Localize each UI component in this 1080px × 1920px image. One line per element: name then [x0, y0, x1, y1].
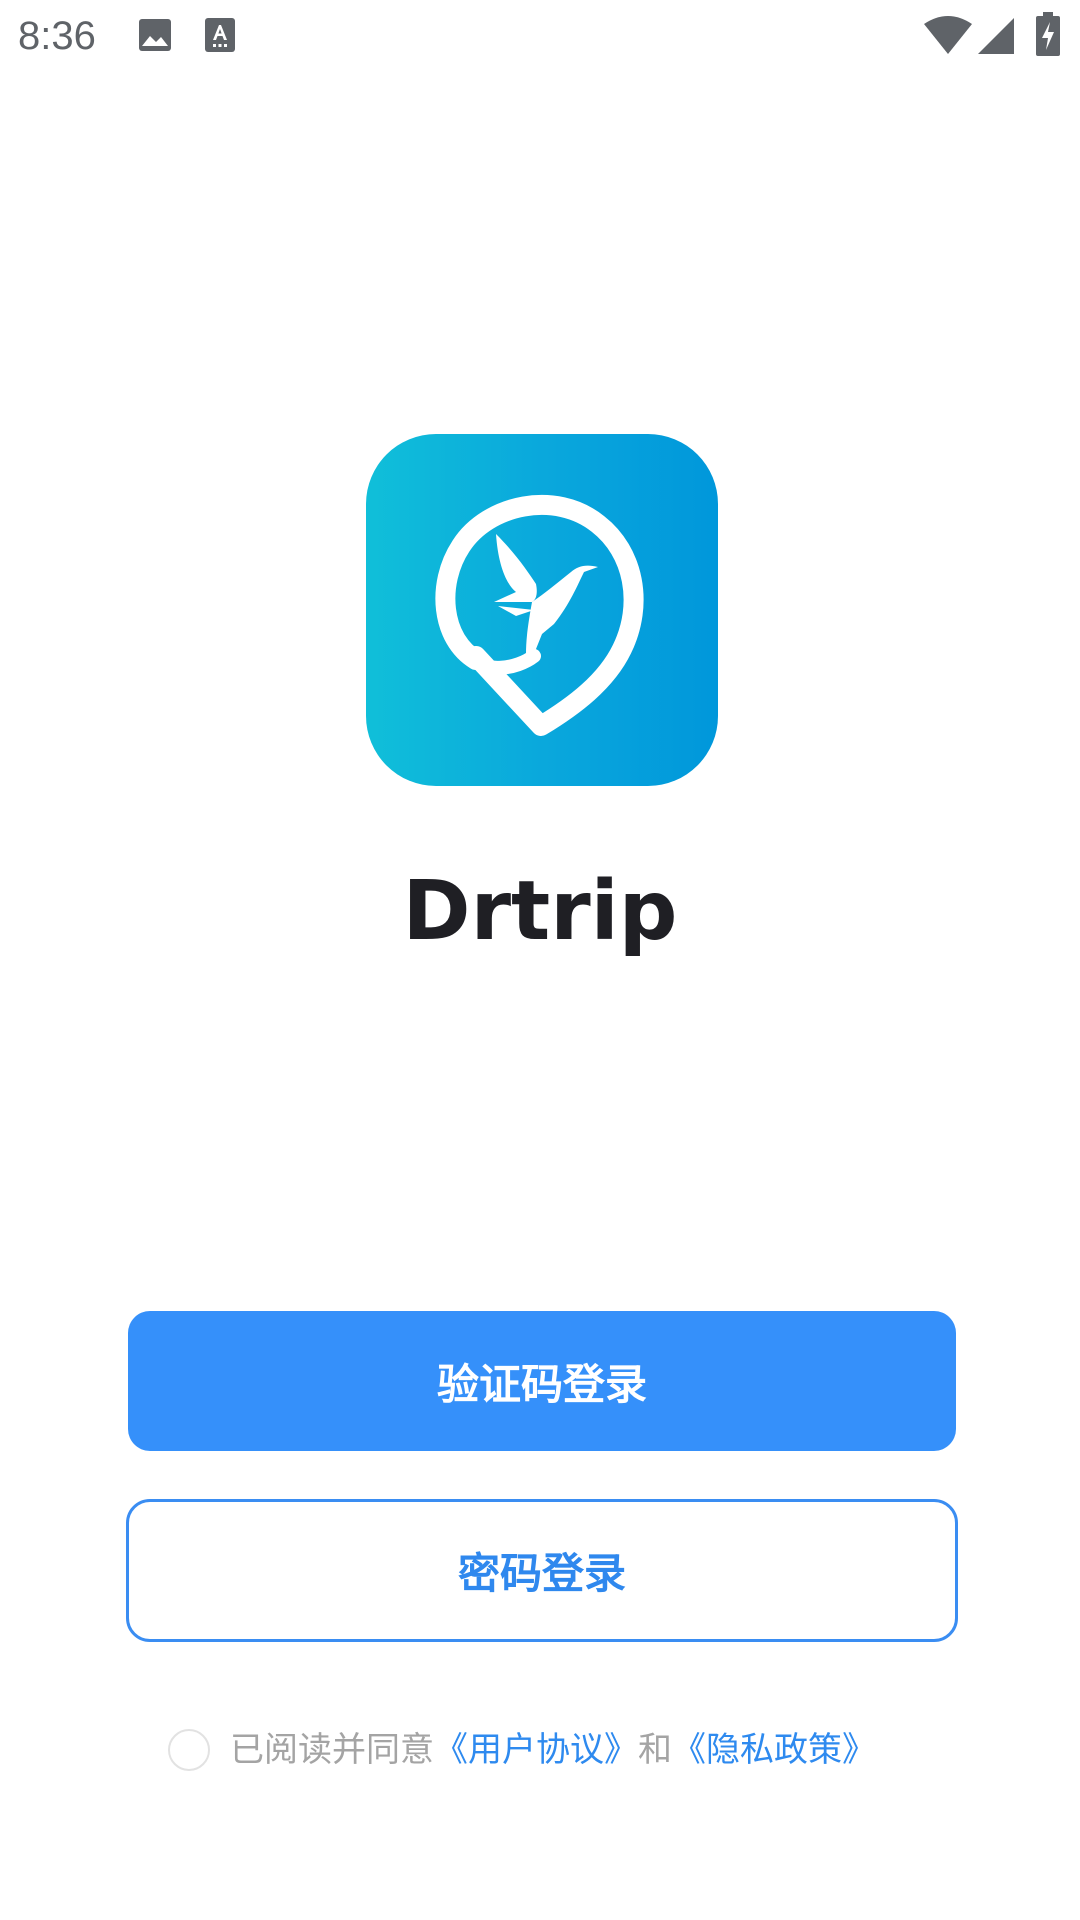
privacy-policy-link[interactable]: 《隐私政策》 [672, 1728, 876, 1772]
app-logo [366, 434, 718, 786]
agreement-checkbox[interactable] [168, 1729, 210, 1771]
status-bar: 8:36 [0, 0, 1080, 72]
user-agreement-link[interactable]: 《用户协议》 [434, 1728, 638, 1772]
agreement-conjunction: 和 [638, 1730, 672, 1770]
agreement-row: 已阅读并同意 《用户协议》 和 《隐私政策》 [168, 1725, 876, 1775]
password-login-button[interactable]: 密码登录 [126, 1499, 958, 1642]
code-login-button[interactable]: 验证码登录 [128, 1311, 956, 1451]
login-screen: 8:36 Drtrip 验证码登录 密码登录 已阅读并同意 《用户协议》 和 《… [0, 0, 1080, 1920]
signal-icon [978, 18, 1014, 58]
wifi-icon [924, 16, 972, 58]
battery-charging-icon [1036, 12, 1060, 60]
agreement-prefix: 已阅读并同意 [230, 1730, 434, 1770]
keyboard-a-icon [205, 18, 239, 52]
location-pin-bird-icon [435, 495, 644, 736]
app-name: Drtrip [402, 864, 678, 959]
status-time: 8:36 [18, 14, 96, 58]
image-icon [138, 18, 172, 52]
